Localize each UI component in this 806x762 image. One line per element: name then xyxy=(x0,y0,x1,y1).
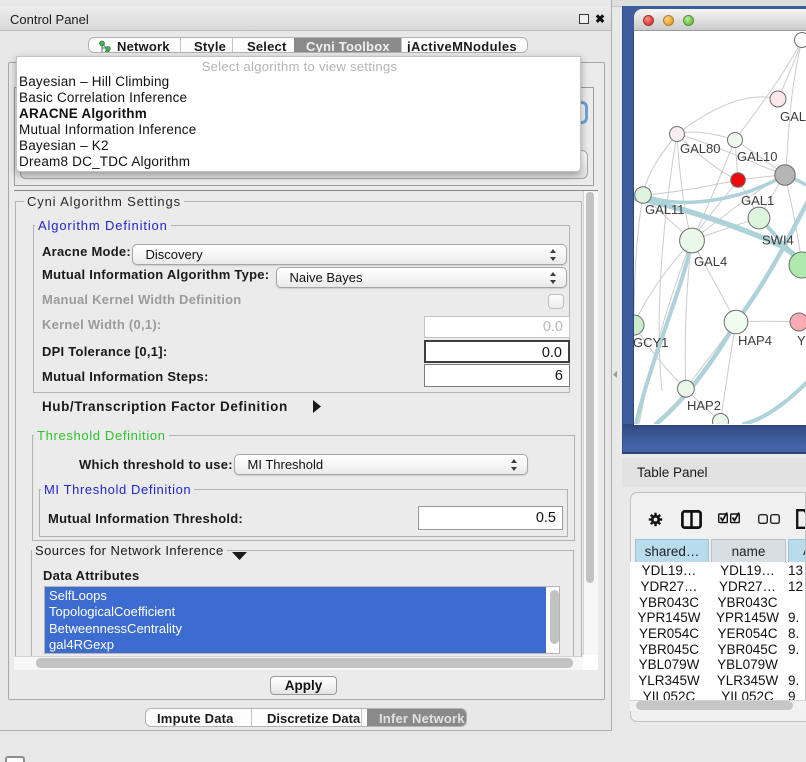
svg-text:GAL4: GAL4 xyxy=(694,254,727,269)
svg-text:GAL11: GAL11 xyxy=(645,202,685,217)
svg-text:GAL2: GAL2 xyxy=(780,109,806,124)
svg-text:GAL1: GAL1 xyxy=(741,193,774,208)
svg-text:SWI4: SWI4 xyxy=(762,233,794,248)
svg-text:HAP4: HAP4 xyxy=(738,333,772,348)
svg-text:HAP2: HAP2 xyxy=(687,398,721,413)
svg-text:GAL80: GAL80 xyxy=(680,141,720,156)
svg-text:GCY1: GCY1 xyxy=(634,335,668,350)
svg-text:GAL10: GAL10 xyxy=(737,149,777,164)
svg-text:YM: YM xyxy=(797,333,806,348)
